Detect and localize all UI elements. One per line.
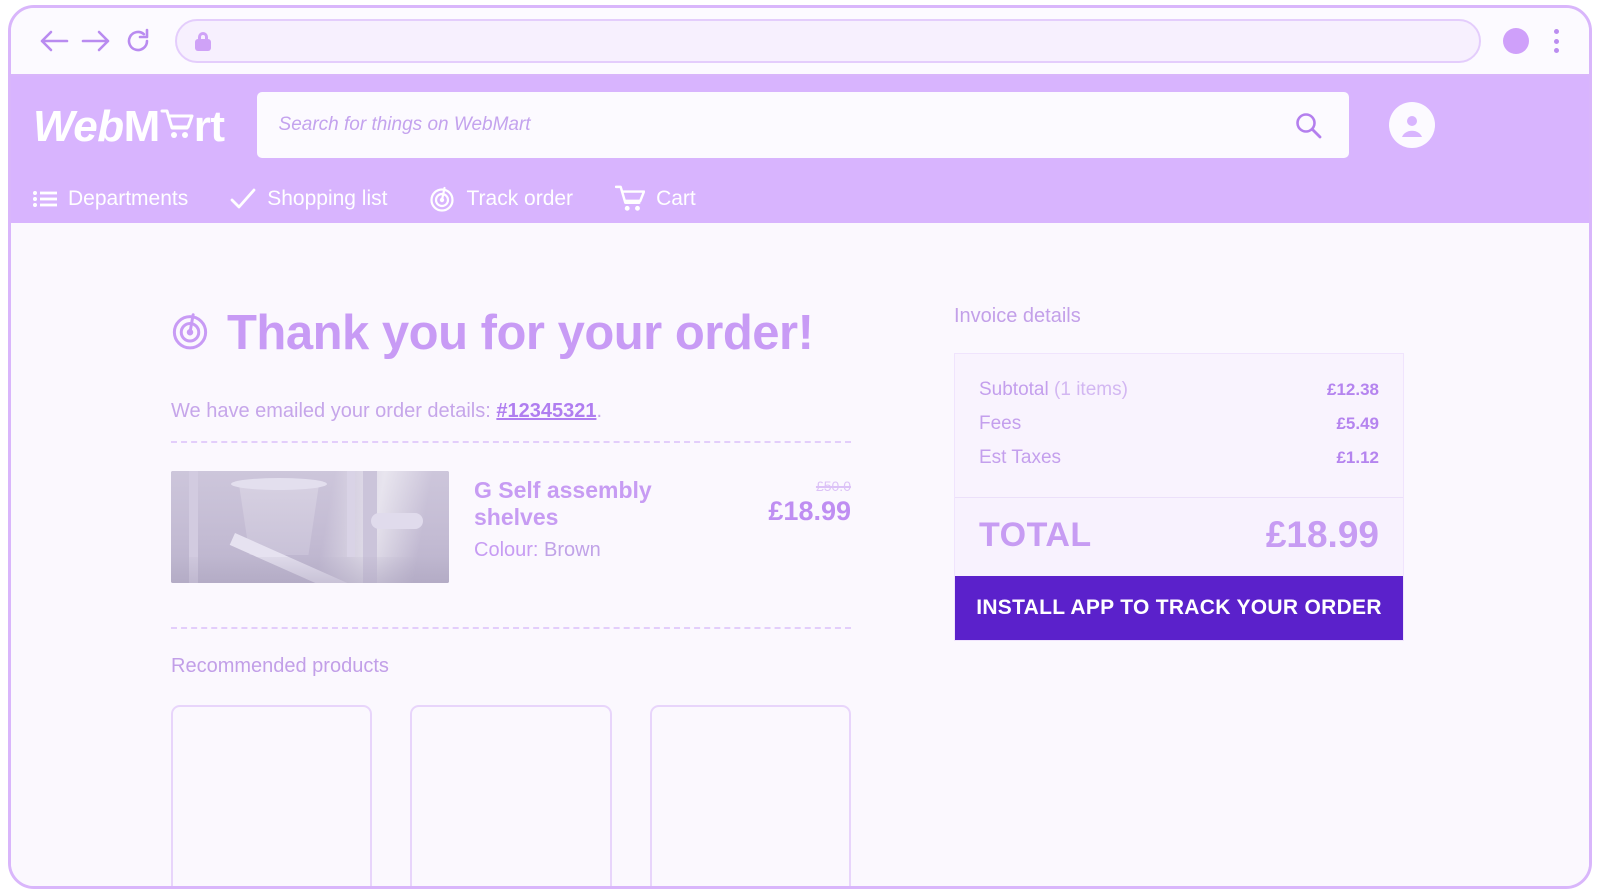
order-summary-column: Thank you for your order! We have emaile… bbox=[171, 305, 851, 886]
product-colour-value: Brown bbox=[544, 539, 601, 561]
back-arrow-icon bbox=[40, 30, 69, 52]
chrome-right-controls bbox=[1493, 26, 1567, 56]
order-product-row: G Self assembly shelves Colour: Brown £5… bbox=[171, 443, 851, 609]
order-email-suffix: . bbox=[596, 400, 603, 422]
product-thumbnail[interactable] bbox=[171, 471, 449, 583]
site-header: Web M rt Search for things on WebMart De… bbox=[11, 76, 1589, 223]
product-price-block: £50.0 £18.99 bbox=[741, 471, 851, 527]
invoice-value: £1.12 bbox=[1336, 448, 1379, 467]
browser-window: Web M rt Search for things on WebMart De… bbox=[8, 5, 1592, 889]
track-target-icon bbox=[171, 311, 209, 356]
product-colour: Colour: Brown bbox=[474, 539, 741, 562]
logo-text-web: Web bbox=[33, 102, 124, 151]
forward-arrow-icon bbox=[81, 30, 110, 52]
search-bar[interactable] bbox=[256, 92, 1349, 158]
divider-bottom bbox=[171, 627, 851, 629]
product-price-original: £50.0 bbox=[815, 478, 851, 494]
shopping-cart-icon bbox=[160, 101, 194, 141]
invoice-card: Subtotal (1 items) £12.38 Fees £5.49 Est… bbox=[954, 353, 1404, 641]
page-title-row: Thank you for your order! bbox=[171, 305, 851, 361]
main-nav: Departments Shopping list Track order Ca… bbox=[11, 174, 1589, 223]
checkmark-icon bbox=[230, 187, 256, 211]
back-button[interactable] bbox=[33, 20, 75, 62]
list-item[interactable] bbox=[649, 705, 851, 886]
nav-label: Departments bbox=[68, 186, 189, 210]
nav-label: Track order bbox=[466, 186, 574, 210]
nav-label: Shopping list bbox=[267, 186, 388, 210]
lock-icon bbox=[195, 31, 211, 51]
product-info: G Self assembly shelves Colour: Brown bbox=[449, 471, 741, 562]
page-body: Thank you for your order! We have emaile… bbox=[11, 223, 1589, 886]
search-input[interactable] bbox=[278, 114, 1289, 136]
browser-chrome bbox=[11, 8, 1589, 76]
product-price-current: £18.99 bbox=[768, 496, 851, 527]
invoice-value: £5.49 bbox=[1336, 414, 1379, 433]
shopping-cart-icon bbox=[615, 185, 646, 213]
forward-button[interactable] bbox=[75, 20, 117, 62]
invoice-value: £12.38 bbox=[1327, 380, 1379, 399]
product-colour-label: Colour: bbox=[474, 539, 539, 561]
nav-label: Cart bbox=[656, 186, 696, 210]
invoice-title: Invoice details bbox=[954, 305, 1081, 327]
departments-list-icon bbox=[33, 190, 57, 208]
track-target-icon bbox=[429, 186, 455, 212]
page-title: Thank you for your order! bbox=[227, 306, 814, 360]
invoice-column: Invoice details Subtotal (1 items) £12.3… bbox=[954, 305, 1404, 641]
install-app-button[interactable]: INSTALL APP TO TRACK YOUR ORDER bbox=[955, 576, 1403, 640]
sidebar-item-shopping-list[interactable]: Shopping list bbox=[230, 187, 387, 211]
kebab-menu-icon[interactable] bbox=[1545, 26, 1567, 56]
profile-avatar-icon[interactable] bbox=[1503, 28, 1529, 54]
list-item[interactable] bbox=[410, 705, 612, 886]
account-circle-icon[interactable] bbox=[1388, 102, 1435, 148]
invoice-row-est-taxes: Est Taxes £1.12 bbox=[979, 441, 1379, 475]
search-button[interactable] bbox=[1289, 110, 1327, 140]
header-top-row: Web M rt bbox=[11, 76, 1589, 174]
product-name[interactable]: G Self assembly shelves bbox=[474, 477, 741, 531]
webmart-logo[interactable]: Web M rt bbox=[33, 101, 225, 149]
invoice-label-text: Subtotal bbox=[979, 379, 1049, 400]
invoice-total-value: £18.99 bbox=[1265, 514, 1379, 555]
search-icon bbox=[1295, 113, 1321, 139]
invoice-row-fees: Fees £5.49 bbox=[979, 407, 1379, 441]
recommended-products-title: Recommended products bbox=[171, 655, 389, 677]
invoice-lines: Subtotal (1 items) £12.38 Fees £5.49 Est… bbox=[955, 354, 1403, 498]
url-bar[interactable] bbox=[175, 19, 1481, 63]
invoice-row-subtotal: Subtotal (1 items) £12.38 bbox=[979, 373, 1379, 407]
invoice-total-label: TOTAL bbox=[979, 515, 1092, 554]
invoice-label: Subtotal (1 items) bbox=[979, 379, 1128, 401]
invoice-label-sub: (1 items) bbox=[1054, 379, 1128, 400]
order-email-line: We have emailed your order details: #123… bbox=[171, 400, 851, 423]
invoice-label: Fees bbox=[979, 413, 1022, 434]
sidebar-item-departments[interactable]: Departments bbox=[33, 187, 188, 211]
invoice-total-row: TOTAL £18.99 bbox=[955, 498, 1403, 576]
sidebar-item-track-order[interactable]: Track order bbox=[429, 186, 573, 212]
logo-text-m: M bbox=[123, 102, 161, 151]
reload-icon bbox=[127, 28, 149, 52]
invoice-label: Est Taxes bbox=[979, 447, 1062, 468]
reload-button[interactable] bbox=[117, 20, 159, 62]
order-email-prefix: We have emailed your order details: bbox=[171, 400, 497, 422]
recommended-products-list bbox=[171, 705, 851, 886]
logo-text-rt: rt bbox=[193, 102, 225, 151]
list-item[interactable] bbox=[171, 705, 373, 886]
sidebar-item-cart[interactable]: Cart bbox=[615, 185, 696, 213]
order-number-link[interactable]: #12345321 bbox=[496, 400, 596, 422]
